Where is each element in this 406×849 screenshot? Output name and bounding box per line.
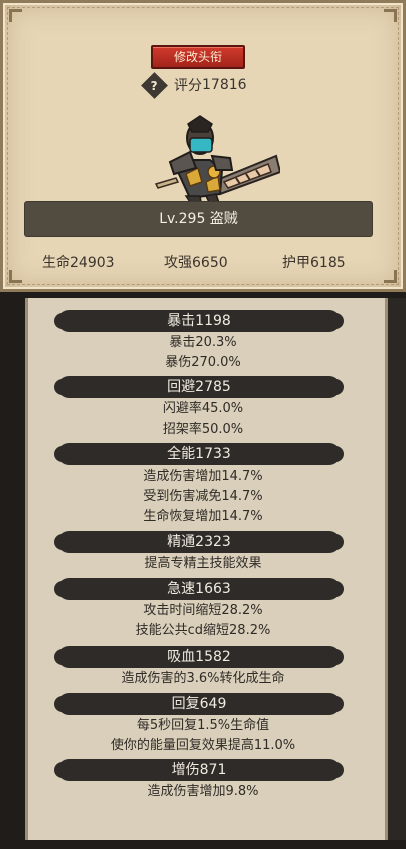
stat-line: 每5秒回复1.5%生命值 <box>136 718 270 733</box>
base-stats-row: 生命24903 攻强6650 护甲6185 <box>0 252 406 272</box>
attack-stat: 攻强6650 <box>164 255 228 271</box>
stat-header-damage-boost: 增伤871 <box>54 759 344 781</box>
stat-line: 技能公共cd缩短28.2% <box>135 623 271 638</box>
stat-header-leech: 吸血1582 <box>54 646 344 668</box>
stat-line: 攻击时间缩短28.2% <box>143 603 263 618</box>
stat-line: 造成伤害增加9.8% <box>147 784 259 799</box>
stat-line: 暴伤270.0% <box>165 355 241 370</box>
corner-ornament <box>9 9 22 22</box>
stat-header-mastery: 精通2323 <box>54 531 344 553</box>
scrollbar-track[interactable] <box>388 298 406 840</box>
score-label: 评分 <box>174 78 202 94</box>
stat-header-dodge: 回避2785 <box>54 376 344 398</box>
stat-header-regen: 回复649 <box>54 693 344 715</box>
character-name-bar: Lv.295 盗贼 <box>25 202 372 236</box>
rename-title-button[interactable]: 修改头衔 <box>151 45 245 69</box>
stat-line: 招架率50.0% <box>162 422 244 437</box>
stat-line: 使你的能量回复效果提高11.0% <box>110 738 296 753</box>
stat-line: 生命恢复增加14.7% <box>143 509 263 524</box>
stat-header-versatility: 全能1733 <box>54 443 344 465</box>
corner-ornament <box>384 9 397 22</box>
score-row: ? 评分 17816 <box>141 71 247 99</box>
stat-line: 闪避率45.0% <box>162 401 244 416</box>
stat-line: 暴击20.3% <box>169 335 237 350</box>
hero-sprite <box>154 115 280 209</box>
stat-line: 受到伤害减免14.7% <box>143 489 263 504</box>
armor-stat: 护甲6185 <box>282 255 346 271</box>
score-value: 17816 <box>202 77 247 93</box>
help-icon[interactable]: ? <box>141 71 168 99</box>
hp-stat: 生命24903 <box>42 255 115 271</box>
stat-line: 提高专精主技能效果 <box>144 556 262 571</box>
stat-header-crit: 暴击1198 <box>54 310 344 332</box>
stat-line: 造成伤害增加14.7% <box>143 469 263 484</box>
stat-header-haste: 急速1663 <box>54 578 344 600</box>
stat-line: 造成伤害的3.6%转化成生命 <box>121 671 285 686</box>
